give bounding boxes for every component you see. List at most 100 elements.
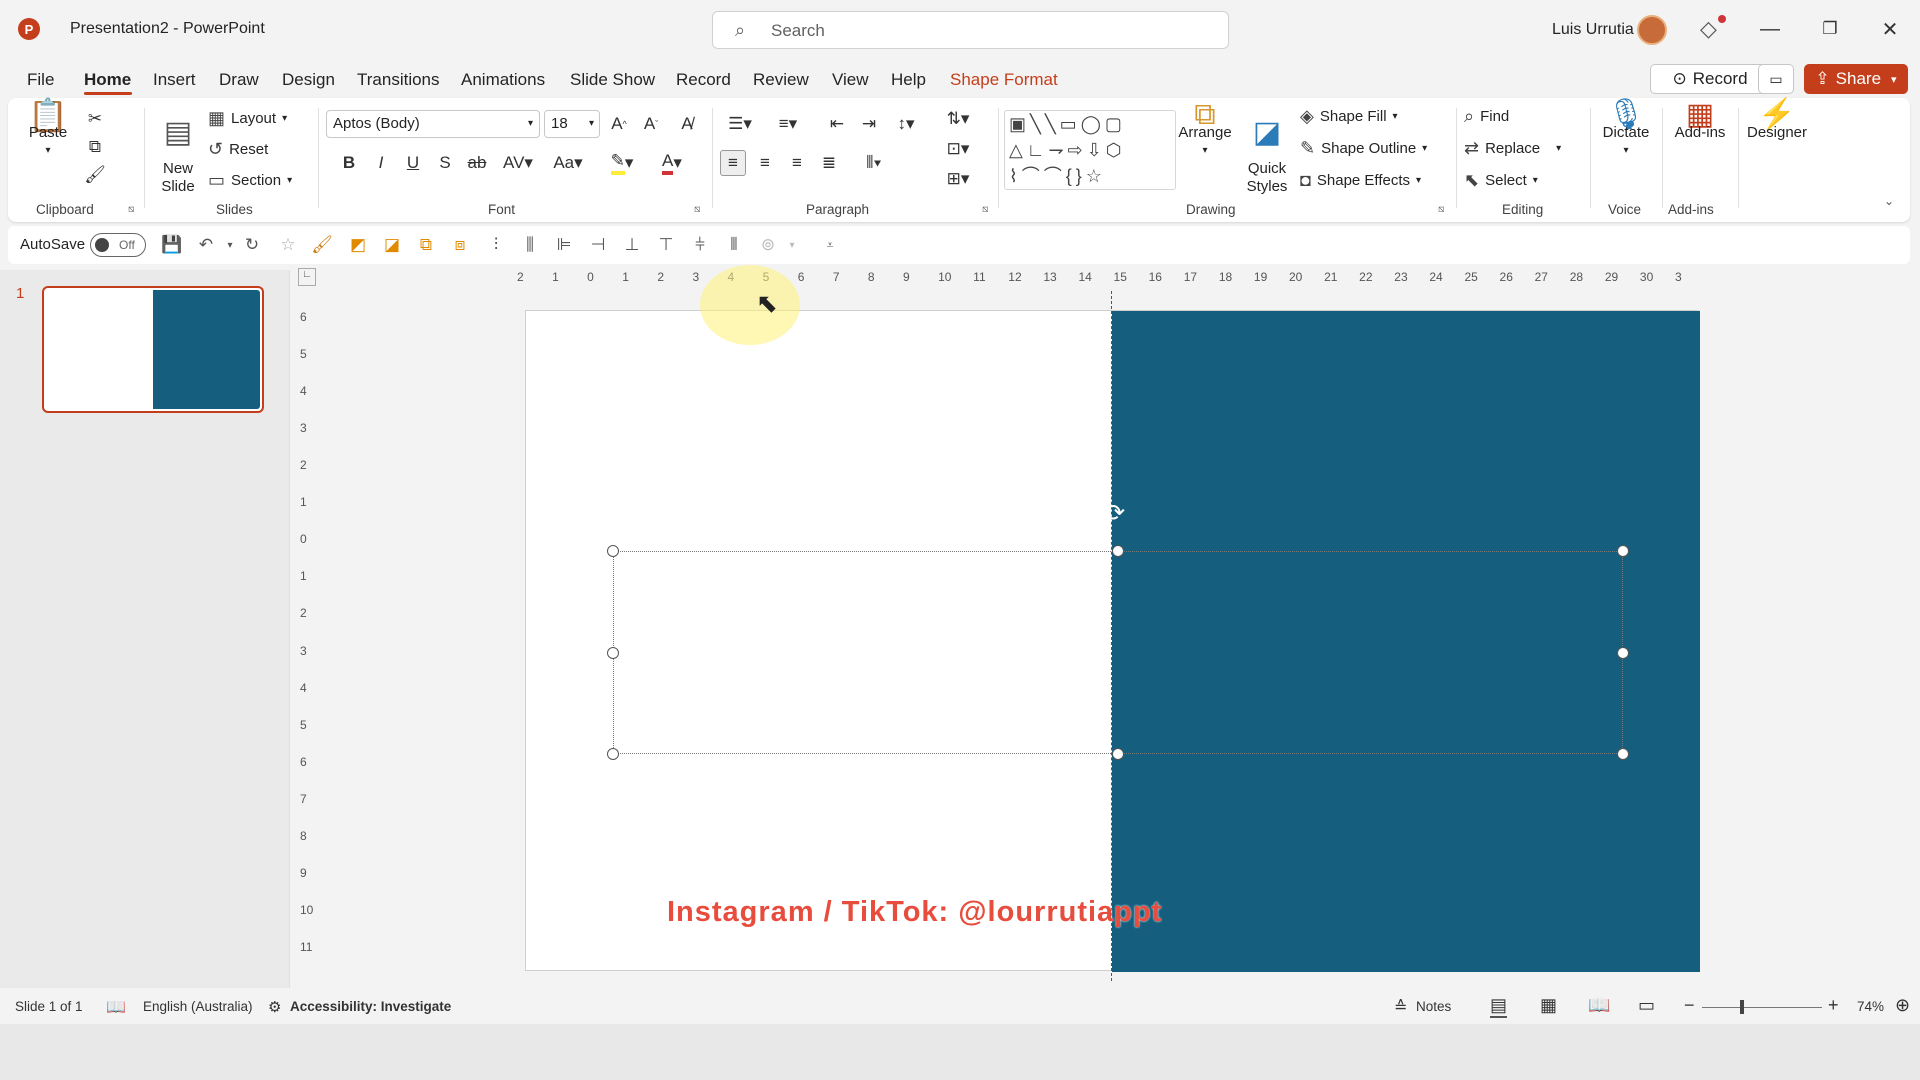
shape-fill-button[interactable]: ◈ Shape Fill ▾	[1300, 106, 1398, 127]
send-backward-icon[interactable]: ◪	[380, 234, 404, 256]
select-button[interactable]: ⬉ Select ▾	[1464, 170, 1538, 191]
star-icon[interactable]: ☆	[276, 234, 300, 256]
change-case-icon[interactable]: Aa▾	[548, 150, 588, 176]
font-color-icon[interactable]: A ▾	[652, 150, 692, 176]
tab-view[interactable]: View	[832, 70, 869, 90]
zoom-in-icon[interactable]: +	[1828, 995, 1839, 1016]
dialog-launcher-icon[interactable]: ⧅	[982, 204, 988, 215]
tab-stop-selector[interactable]: ∟	[298, 268, 316, 286]
dialog-launcher-icon[interactable]: ⧅	[694, 204, 700, 215]
resize-handle[interactable]	[1617, 748, 1629, 760]
resize-handle[interactable]	[1112, 748, 1124, 760]
resize-handle[interactable]	[1617, 647, 1629, 659]
notes-button[interactable]: Notes	[1416, 999, 1451, 1014]
dialog-launcher-icon[interactable]: ⧅	[1438, 204, 1444, 215]
dialog-launcher-icon[interactable]: ⧅	[128, 204, 134, 215]
section-button[interactable]: ▭ Section ▾	[208, 170, 292, 191]
comments-button[interactable]: ▭	[1758, 64, 1794, 94]
align-right-icon[interactable]: ≡	[784, 150, 810, 176]
merge-shapes-icon[interactable]: ⊚	[756, 234, 780, 256]
resize-handle[interactable]	[607, 647, 619, 659]
format-painter-icon[interactable]: 🖌	[82, 162, 108, 188]
zoom-level[interactable]: 74%	[1857, 999, 1884, 1014]
bring-forward-icon[interactable]: ◩	[346, 234, 370, 256]
customize-qat-icon[interactable]: ⩡	[818, 234, 842, 256]
horizontal-ruler[interactable]: 2101234567891011121314151617181920212223…	[517, 268, 1700, 288]
accessibility-status[interactable]: Accessibility: Investigate	[290, 999, 451, 1014]
tab-transitions[interactable]: Transitions	[357, 70, 440, 90]
shape-outline-button[interactable]: ✎ Shape Outline ▾	[1300, 138, 1427, 159]
share-button[interactable]: ⇪ Share ▾	[1804, 64, 1908, 94]
find-button[interactable]: ⌕ Find	[1464, 106, 1509, 127]
language[interactable]: English (Australia)	[143, 999, 253, 1014]
tab-review[interactable]: Review	[753, 70, 809, 90]
premium-diamond-icon[interactable]: ◇	[1700, 16, 1717, 42]
close-button[interactable]: ✕	[1872, 14, 1908, 44]
autosave-toggle[interactable]: Off	[90, 233, 146, 257]
resize-handle[interactable]	[607, 545, 619, 557]
slide-sorter-icon[interactable]: ▦	[1540, 995, 1557, 1016]
reading-view-icon[interactable]: 📖	[1588, 995, 1610, 1016]
new-slide-button[interactable]: ▤ New Slide	[148, 106, 208, 214]
restore-button[interactable]: ❐	[1812, 14, 1848, 44]
format-painter-icon[interactable]: 🖌	[310, 234, 334, 256]
zoom-out-icon[interactable]: −	[1684, 995, 1695, 1016]
add-ins-button[interactable]: ▦ Add-ins	[1668, 100, 1732, 142]
redo-icon[interactable]: ↻	[240, 234, 264, 256]
quick-styles-button[interactable]: ◪ Quick Styles	[1238, 106, 1296, 214]
resize-handle[interactable]	[1617, 545, 1629, 557]
ungroup-icon[interactable]: ⧈	[448, 234, 472, 256]
slide-count[interactable]: Slide 1 of 1	[15, 999, 83, 1014]
group-icon[interactable]: ⧉	[414, 234, 438, 256]
align-center-icon[interactable]: ≡	[752, 150, 778, 176]
zoom-slider[interactable]	[1702, 1007, 1822, 1008]
decrease-font-size-icon[interactable]: Aˇ	[638, 111, 664, 137]
resize-handle[interactable]	[1112, 545, 1124, 557]
dictate-button[interactable]: 🎙 Dictate ▾	[1596, 100, 1656, 160]
shape-effects-button[interactable]: ◘ Shape Effects ▾	[1300, 170, 1421, 191]
bullets-icon[interactable]: ☰▾	[720, 111, 760, 137]
numbering-icon[interactable]: ≡▾	[768, 111, 808, 137]
replace-button[interactable]: ⇄ Replace ▾	[1464, 138, 1561, 159]
shapes-gallery[interactable]: ▣╲╲▭◯▢ △∟⇁⇨⇩⬡ ⌇⌒⌒{}☆	[1004, 110, 1176, 190]
avatar[interactable]	[1637, 15, 1667, 45]
clear-formatting-icon[interactable]: A̸	[674, 111, 700, 137]
line-spacing-icon[interactable]: ↕▾	[886, 111, 926, 137]
slide-canvas[interactable]: ⟳ Instagram / TikTok: @lourrutiappt	[525, 291, 1700, 981]
italic-icon[interactable]: I	[368, 150, 394, 176]
tab-insert[interactable]: Insert	[153, 70, 196, 90]
tab-help[interactable]: Help	[891, 70, 926, 90]
align-center-icon[interactable]: ⫶	[484, 234, 508, 256]
align-bottom-icon[interactable]: ⊥	[620, 234, 644, 256]
tab-shape-format[interactable]: Shape Format	[950, 70, 1058, 90]
tab-record[interactable]: Record	[676, 70, 731, 90]
underline-icon[interactable]: U	[400, 150, 426, 176]
paste-button[interactable]: 📋 Paste ▾	[26, 99, 70, 160]
strikethrough-icon[interactable]: ab	[464, 150, 490, 176]
rotate-handle-icon[interactable]: ⟳	[1105, 499, 1125, 528]
notes-icon[interactable]: ≙	[1394, 997, 1407, 1017]
tab-draw[interactable]: Draw	[219, 70, 259, 90]
collapse-ribbon-icon[interactable]: ⌄	[1884, 194, 1894, 208]
arrange-button[interactable]: ⧉ Arrange ▾	[1176, 100, 1234, 160]
tab-file[interactable]: File	[27, 70, 54, 90]
align-left-icon[interactable]: ⊫	[552, 234, 576, 256]
tab-design[interactable]: Design	[282, 70, 335, 90]
font-size-dropdown[interactable]: 18 ▾	[544, 110, 600, 138]
cut-icon[interactable]: ✂	[82, 106, 108, 132]
increase-font-size-icon[interactable]: A ^	[606, 111, 632, 137]
resize-handle[interactable]	[607, 748, 619, 760]
save-icon[interactable]: 💾	[160, 234, 184, 256]
spelling-check-icon[interactable]: 📖	[106, 997, 126, 1017]
tab-slide-show[interactable]: Slide Show	[570, 70, 655, 90]
normal-view-icon[interactable]: ▤	[1490, 995, 1508, 1018]
font-name-dropdown[interactable]: Aptos (Body) ▾	[326, 110, 540, 138]
justify-icon[interactable]: ≣	[816, 150, 842, 176]
align-text-icon[interactable]: ⊡▾	[940, 136, 976, 162]
copy-icon[interactable]: ⧉	[82, 134, 108, 160]
distribute-vertically-icon[interactable]: ⫩	[688, 234, 712, 256]
text-direction-icon[interactable]: ⇅▾	[940, 106, 976, 132]
columns-icon[interactable]: ⫴▾	[854, 150, 894, 176]
shadow-icon[interactable]: S	[432, 150, 458, 176]
undo-icon[interactable]: ↶	[194, 234, 218, 256]
